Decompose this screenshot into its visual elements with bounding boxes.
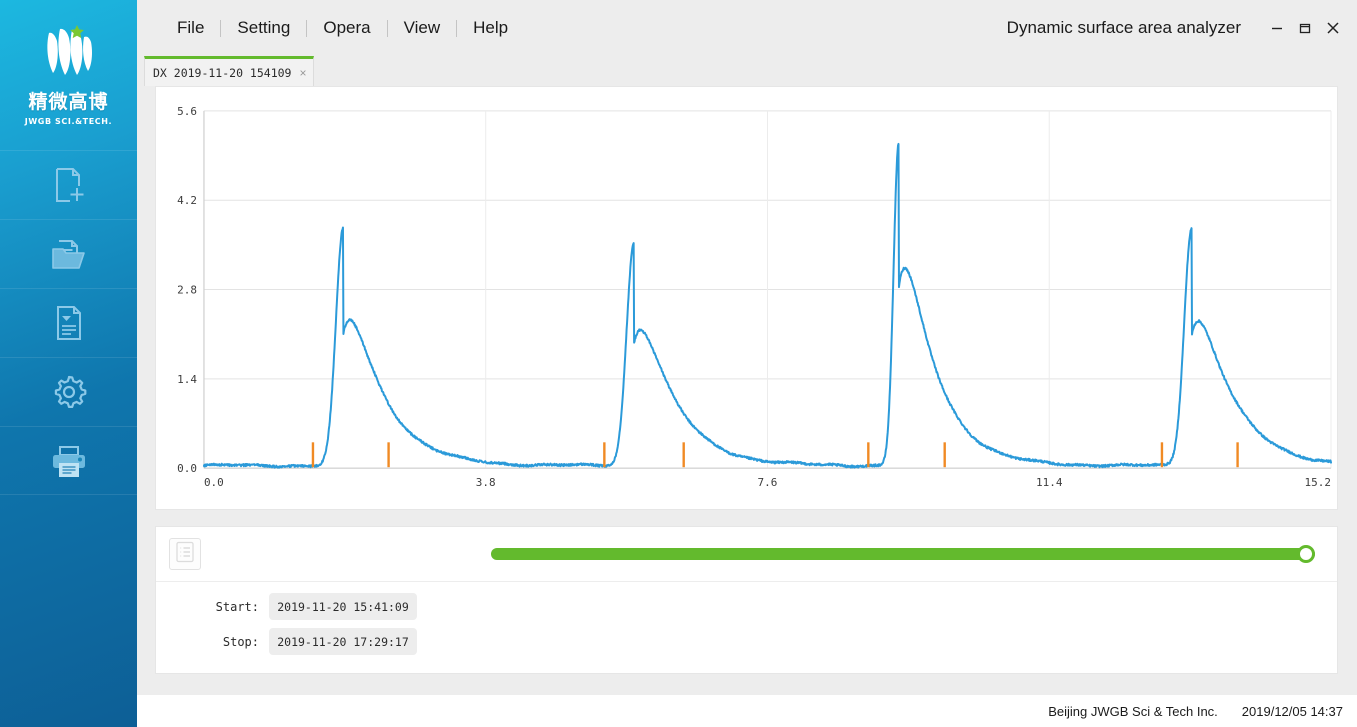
svg-text:3.8: 3.8: [476, 476, 496, 489]
app-window: 精微高博 JWGB SCI.&TECH.: [0, 0, 1357, 727]
svg-text:0.0: 0.0: [204, 476, 224, 489]
tab-dx-2019-11-20-154109[interactable]: DX 2019-11-20 154109 ×: [144, 56, 314, 86]
menu-item-file[interactable]: File: [161, 14, 220, 42]
close-icon: [1325, 20, 1341, 36]
stop-value[interactable]: 2019-11-20 17:29:17: [269, 628, 417, 655]
open-folder-icon: [47, 233, 91, 275]
tab-strip: DX 2019-11-20 154109 ×: [137, 56, 1357, 86]
window-controls-group: Dynamic surface area analyzer: [1007, 14, 1357, 42]
start-label: Start:: [156, 600, 269, 614]
sidebar-item-new-analysis[interactable]: [0, 150, 137, 219]
svg-text:5.6: 5.6: [177, 105, 197, 118]
restore-button[interactable]: [1291, 14, 1319, 42]
svg-text:0.0: 0.0: [177, 462, 197, 475]
titlebar: File Setting Opera View Help Dynamic sur…: [137, 0, 1357, 56]
report-document-icon: [48, 302, 90, 344]
menu-item-opera[interactable]: Opera: [307, 14, 386, 42]
status-bar: Beijing JWGB Sci & Tech Inc. 2019/12/05 …: [137, 695, 1357, 727]
chart-card: 0.0 1.4 2.8 4.2 5.6 0.0 3.8 7.6 11.4 15.2: [155, 86, 1338, 510]
sidebar: 精微高博 JWGB SCI.&TECH.: [0, 0, 137, 727]
sidebar-item-print[interactable]: [0, 426, 137, 495]
timeline-slider[interactable]: [491, 547, 1315, 561]
new-file-icon: [48, 164, 90, 206]
menu-item-help[interactable]: Help: [457, 14, 524, 42]
svg-text:11.4: 11.4: [1036, 476, 1063, 489]
close-button[interactable]: [1319, 14, 1347, 42]
sidebar-item-settings[interactable]: [0, 357, 137, 426]
menubar: File Setting Opera View Help: [161, 14, 524, 42]
svg-text:15.2: 15.2: [1305, 476, 1331, 489]
time-fields: Start: 2019-11-20 15:41:09 Stop: 2019-11…: [156, 582, 1337, 657]
page-title: Dynamic surface area analyzer: [1007, 18, 1241, 38]
start-value[interactable]: 2019-11-20 15:41:09: [269, 593, 417, 620]
brand-name-cn: 精微高博: [28, 87, 108, 114]
menu-item-setting[interactable]: Setting: [221, 14, 306, 42]
menu-item-view[interactable]: View: [388, 14, 457, 42]
tab-label: DX 2019-11-20 154109: [153, 66, 291, 80]
playback-panel: Start: 2019-11-20 15:41:09 Stop: 2019-11…: [155, 526, 1338, 674]
field-row-start: Start: 2019-11-20 15:41:09: [156, 591, 1337, 622]
brand-name-en: JWGB SCI.&TECH.: [25, 117, 112, 126]
slider-handle[interactable]: [1297, 545, 1315, 563]
svg-text:7.6: 7.6: [758, 476, 778, 489]
sidebar-nav: [0, 150, 137, 495]
sidebar-item-open-file[interactable]: [0, 219, 137, 288]
list-document-icon: [175, 541, 195, 568]
minimize-button[interactable]: [1263, 14, 1291, 42]
printer-icon: [46, 440, 92, 482]
restore-icon: [1298, 21, 1312, 35]
playback-toolbar: [156, 527, 1337, 582]
tab-close-icon[interactable]: ×: [299, 67, 306, 79]
minimize-icon: [1270, 21, 1284, 35]
svg-text:4.2: 4.2: [177, 194, 197, 207]
field-row-stop: Stop: 2019-11-20 17:29:17: [156, 626, 1337, 657]
footer-company: Beijing JWGB Sci & Tech Inc.: [1048, 704, 1218, 719]
slider-fill: [491, 548, 1315, 560]
svg-text:1.4: 1.4: [177, 373, 197, 386]
sidebar-item-report[interactable]: [0, 288, 137, 357]
stop-label: Stop:: [156, 635, 269, 649]
main-area: File Setting Opera View Help Dynamic sur…: [137, 0, 1357, 727]
chromatogram-plot[interactable]: 0.0 1.4 2.8 4.2 5.6 0.0 3.8 7.6 11.4 15.2: [156, 87, 1337, 509]
svg-text:2.8: 2.8: [177, 284, 197, 297]
footer-datetime: 2019/12/05 14:37: [1242, 704, 1343, 719]
jwgb-logo-icon: [32, 21, 106, 83]
list-view-button[interactable]: [169, 538, 201, 570]
brand-logo: 精微高博 JWGB SCI.&TECH.: [0, 0, 137, 140]
gear-icon: [47, 370, 91, 414]
